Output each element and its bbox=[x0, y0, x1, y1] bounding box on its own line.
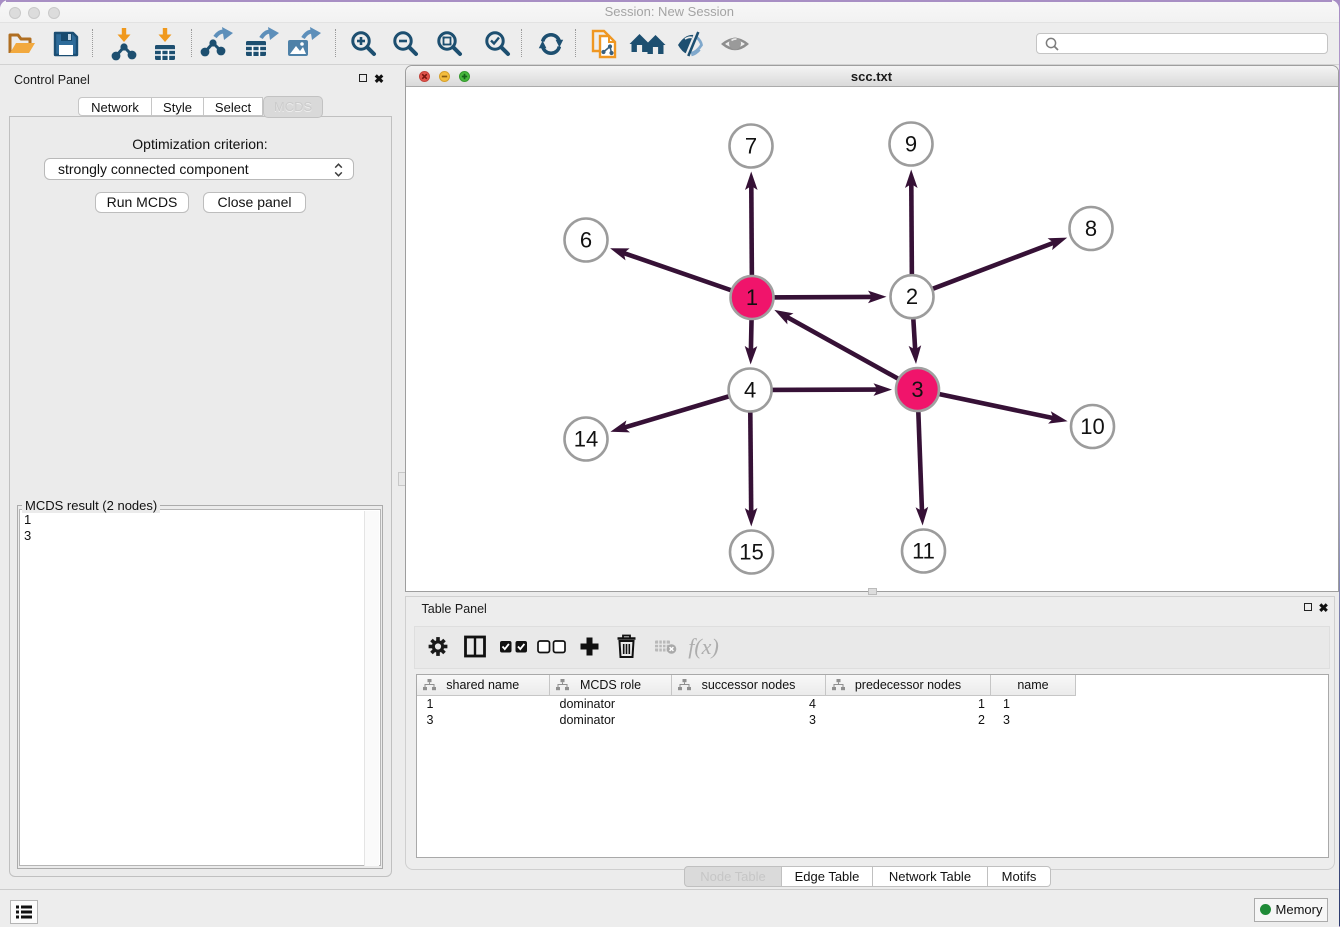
svg-text:11: 11 bbox=[912, 539, 935, 564]
svg-text:3: 3 bbox=[911, 377, 923, 402]
svg-text:2: 2 bbox=[905, 284, 917, 309]
svg-text:4: 4 bbox=[743, 378, 755, 403]
svg-text:1: 1 bbox=[745, 285, 757, 310]
svg-text:15: 15 bbox=[739, 540, 763, 565]
svg-text:8: 8 bbox=[1084, 216, 1096, 241]
svg-text:10: 10 bbox=[1080, 414, 1104, 439]
svg-text:7: 7 bbox=[744, 134, 756, 159]
svg-text:14: 14 bbox=[573, 427, 597, 452]
svg-text:9: 9 bbox=[904, 132, 916, 157]
svg-text:f(x): f(x) bbox=[688, 634, 719, 659]
svg-text:6: 6 bbox=[579, 228, 591, 253]
